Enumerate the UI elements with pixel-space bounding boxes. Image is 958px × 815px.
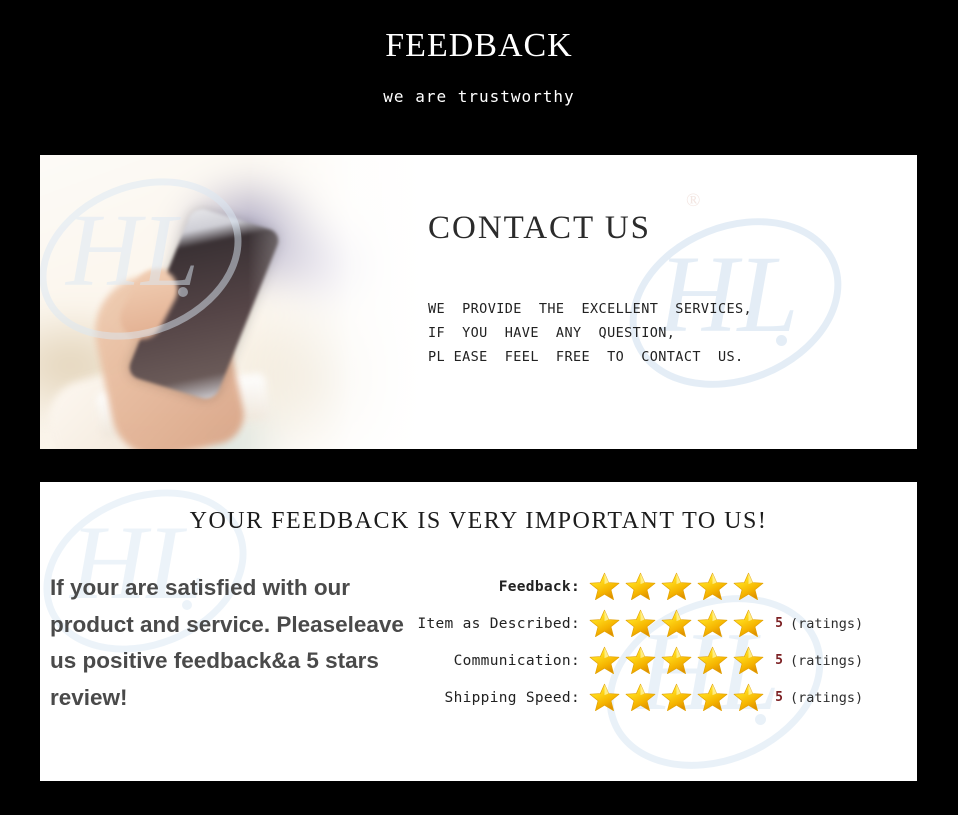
star-icon — [733, 572, 764, 601]
rating-row: Communication: 5 (ratings) — [400, 642, 910, 679]
star-rating[interactable] — [589, 608, 764, 639]
star-icon — [697, 572, 728, 601]
rating-row: Item as Described: 5 (ratings) — [400, 605, 910, 642]
star-icon — [733, 683, 764, 712]
page-subtitle: we are trustworthy — [383, 87, 575, 106]
photo-fade-overlay — [40, 155, 440, 449]
rating-label: Item as Described: — [417, 615, 580, 632]
rating-unit-label: (ratings) — [790, 689, 864, 706]
star-icon — [625, 609, 656, 638]
rating-count: 5 — [775, 690, 783, 705]
feedback-panel: HL HL YOUR FEEDBACK IS VERY IMPORTANT TO… — [40, 482, 917, 781]
star-icon — [733, 646, 764, 675]
feedback-promo-text: If your are satisfied with our product a… — [50, 575, 404, 710]
rating-unit-label: (ratings) — [790, 652, 864, 669]
ratings-list: Feedback: Item as Described: 5 (ratings) Com… — [400, 568, 910, 716]
rating-row: Shipping Speed: 5 (ratings) — [400, 679, 910, 716]
star-icon — [697, 609, 728, 638]
rating-count: 5 — [775, 653, 783, 668]
star-icon — [589, 572, 620, 601]
star-icon — [697, 683, 728, 712]
star-icon — [625, 572, 656, 601]
contact-photo — [40, 155, 440, 449]
rating-label: Shipping Speed: — [444, 689, 580, 706]
star-icon — [589, 609, 620, 638]
page-title: FEEDBACK — [385, 27, 573, 64]
star-icon — [625, 683, 656, 712]
rating-unit-label: (ratings) — [790, 615, 864, 632]
star-icon — [661, 609, 692, 638]
star-icon — [661, 683, 692, 712]
star-icon — [733, 609, 764, 638]
rating-label: Communication: — [453, 652, 580, 669]
rating-row: Feedback: — [400, 568, 910, 605]
page-header: FEEDBACK we are trustworthy — [0, 0, 958, 108]
star-rating[interactable] — [589, 571, 764, 602]
star-rating[interactable] — [589, 682, 764, 713]
contact-banner: HL HL ® CONTACT US WE PROVIDE THE EXCELL… — [40, 155, 917, 449]
star-icon — [589, 646, 620, 675]
registered-trademark-icon: ® — [686, 190, 701, 211]
contact-title: CONTACT US — [428, 210, 652, 246]
star-rating[interactable] — [589, 645, 764, 676]
star-icon — [697, 646, 728, 675]
contact-description: WE PROVIDE THE EXCELLENT SERVICES, IF YO… — [428, 301, 753, 365]
feedback-heading: YOUR FEEDBACK IS VERY IMPORTANT TO US! — [189, 508, 768, 534]
star-icon — [661, 572, 692, 601]
star-icon — [625, 646, 656, 675]
watermark-dot — [776, 335, 787, 346]
rating-count: 5 — [775, 616, 783, 631]
rating-label: Feedback: — [498, 578, 580, 595]
star-icon — [661, 646, 692, 675]
star-icon — [589, 683, 620, 712]
